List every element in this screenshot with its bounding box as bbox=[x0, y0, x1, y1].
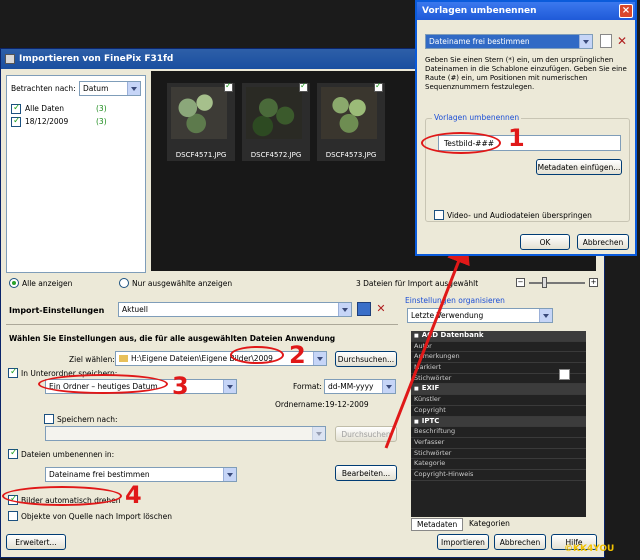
watermark: ©KK4YOU bbox=[564, 544, 615, 554]
dialog-titlebar: Vorlagen umbenennen × bbox=[417, 2, 635, 20]
skip-video-label: Video- und Audiodateien überspringen bbox=[447, 211, 592, 220]
dialog-cancel-button[interactable]: Abbrechen bbox=[577, 234, 629, 250]
chevron-down-icon bbox=[579, 35, 592, 48]
dialog-title: Vorlagen umbenennen bbox=[422, 6, 537, 16]
ok-button[interactable]: OK bbox=[520, 234, 570, 250]
close-icon[interactable]: × bbox=[619, 4, 633, 18]
rename-templates-dialog: Vorlagen umbenennen × Dateiname frei bes… bbox=[415, 0, 637, 256]
skip-video-checkbox[interactable] bbox=[434, 210, 444, 220]
highlight-oval bbox=[421, 132, 501, 154]
marker-1: 1 bbox=[508, 124, 525, 152]
template-select[interactable]: Dateiname frei bestimmen bbox=[425, 34, 593, 49]
help-text: Geben Sie einen Stern (*) ein, um den ur… bbox=[425, 56, 627, 91]
template-select-value: Dateiname frei bestimmen bbox=[429, 37, 530, 46]
delete-template-icon[interactable]: ✕ bbox=[615, 34, 629, 48]
insert-metadata-button[interactable]: Metadaten einfügen... bbox=[536, 159, 622, 175]
new-template-icon[interactable] bbox=[600, 34, 612, 48]
group-title: Vorlagen umbenennen bbox=[432, 113, 522, 122]
